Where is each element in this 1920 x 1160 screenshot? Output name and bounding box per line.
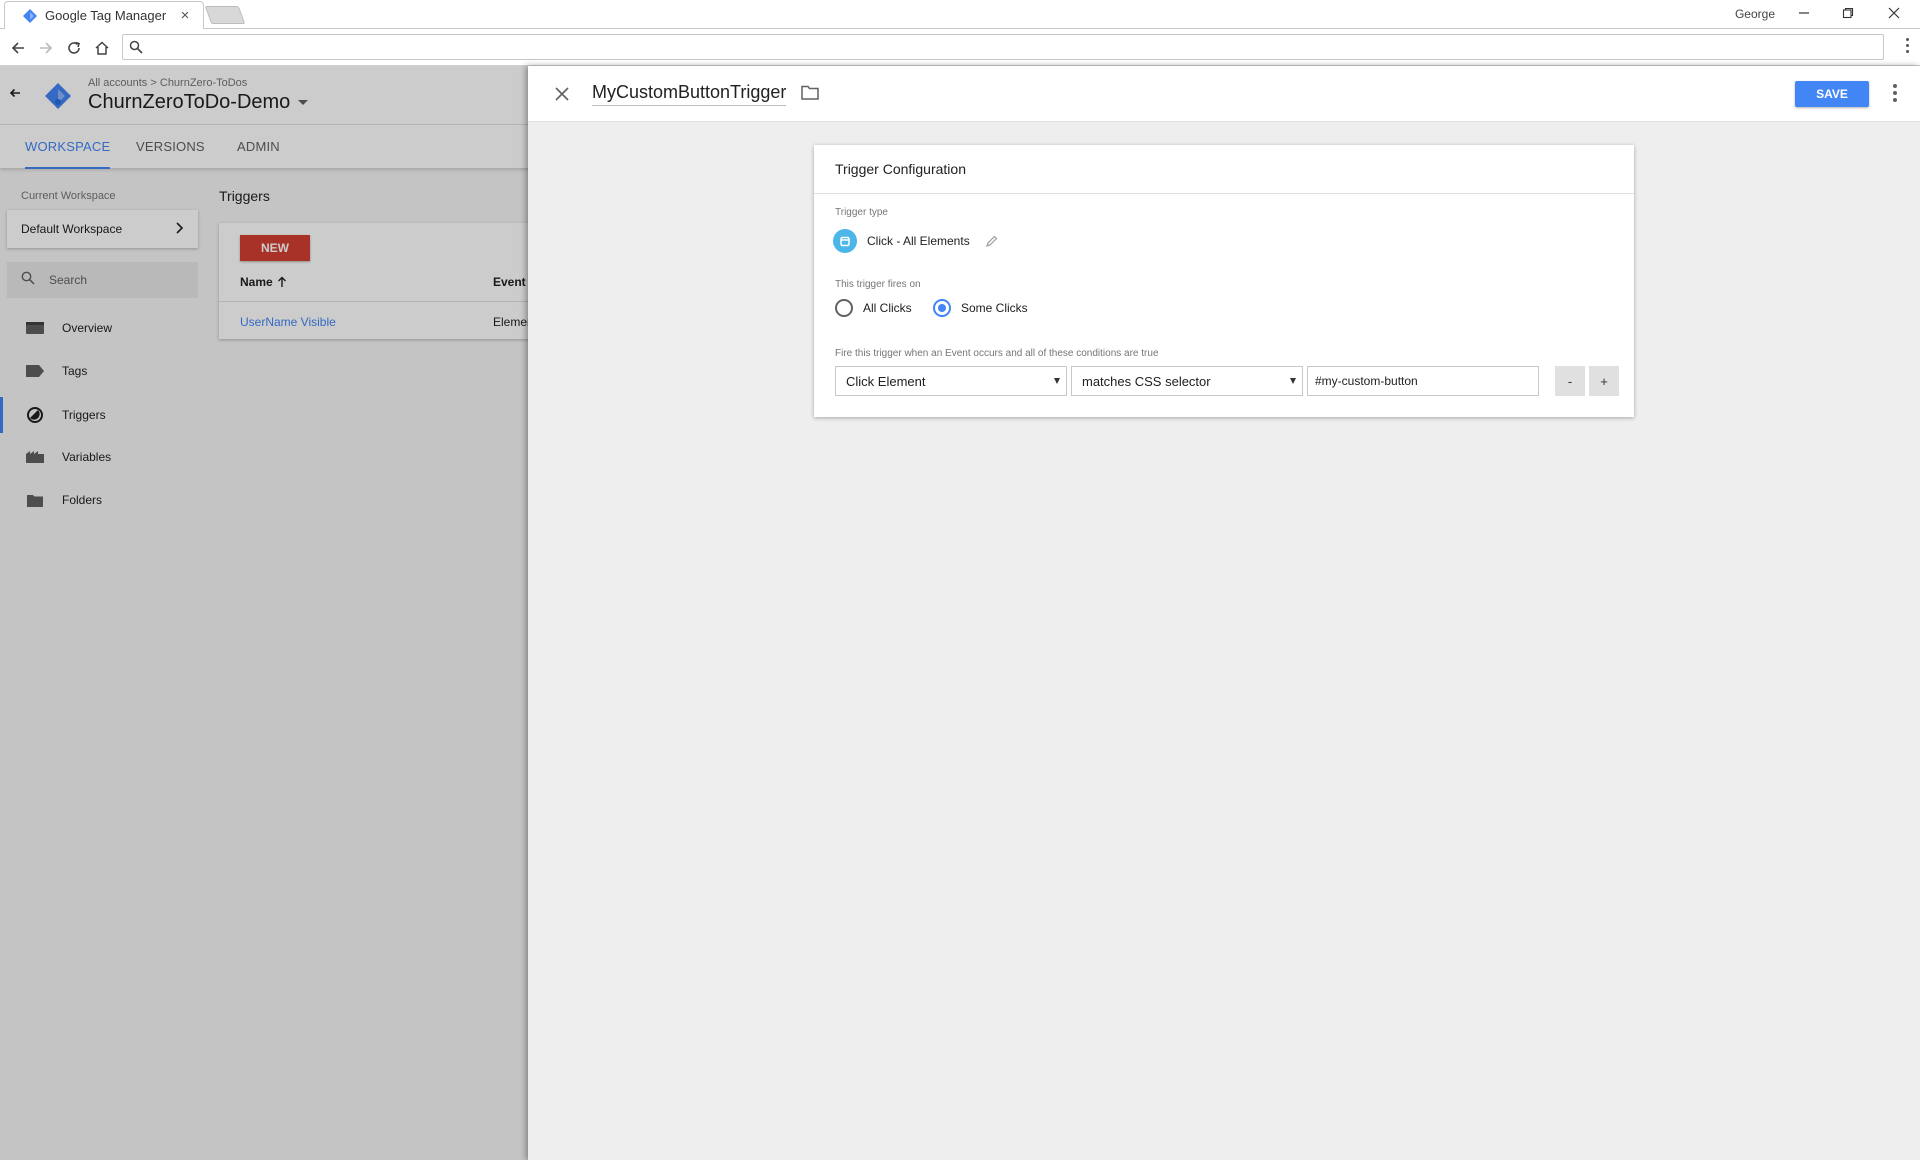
gtm-favicon-icon [23,8,37,23]
browser-tab[interactable]: Google Tag Manager × [4,1,204,29]
condition-variable-select[interactable]: Click Element [835,366,1067,396]
radio-some-clicks[interactable]: Some Clicks [933,299,1028,317]
add-condition-button[interactable]: + [1589,366,1619,396]
edit-pencil-icon[interactable] [985,235,998,247]
address-bar[interactable] [122,34,1884,60]
trigger-type-label: Trigger type [835,207,888,218]
trigger-type-selector[interactable]: Click - All Elements [833,229,998,253]
trigger-edit-panel: MyCustomButtonTrigger SAVE Trigger Confi… [528,66,1920,1160]
trigger-type-name: Click - All Elements [867,234,970,248]
dropdown-arrow-icon [1290,378,1296,384]
select-value: matches CSS selector [1082,373,1211,389]
forward-icon[interactable] [34,36,58,60]
restore-icon[interactable] [1830,3,1866,25]
close-icon[interactable] [552,84,572,104]
condition-value-input[interactable] [1307,366,1539,396]
browser-toolbar [0,30,1920,66]
tab-title: Google Tag Manager [45,8,167,23]
remove-condition-button[interactable]: - [1555,366,1585,396]
fires-on-label: This trigger fires on [835,279,921,290]
trigger-configuration-card: Trigger Configuration Trigger type Click… [814,145,1634,417]
click-trigger-icon [833,229,857,253]
overlay-scrim[interactable] [0,66,528,1160]
browser-menu-icon[interactable] [1904,38,1910,58]
more-vert-icon[interactable] [1892,84,1898,104]
radio-button-selected [933,299,951,317]
radio-label: Some Clicks [961,301,1028,315]
reload-icon[interactable] [62,36,86,60]
window-close-icon[interactable] [1876,3,1912,25]
save-button[interactable]: SAVE [1795,81,1869,107]
tab-close-icon[interactable]: × [177,7,193,24]
condition-label: Fire this trigger when an Event occurs a… [835,348,1159,359]
radio-label: All Clicks [863,301,912,315]
dropdown-arrow-icon [1054,378,1060,384]
search-icon [129,40,143,59]
profile-name[interactable]: George [1735,7,1775,21]
trigger-name-title[interactable]: MyCustomButtonTrigger [592,82,787,106]
card-title: Trigger Configuration [814,145,1634,194]
browser-tab-strip: Google Tag Manager × George [0,0,1920,29]
folder-icon[interactable] [801,85,819,105]
radio-all-clicks[interactable]: All Clicks [835,299,912,317]
select-value: Click Element [846,373,926,389]
minimize-icon[interactable] [1786,3,1822,25]
new-tab-button[interactable] [204,6,246,24]
radio-button [835,299,853,317]
home-icon[interactable] [90,36,114,60]
back-icon[interactable] [6,36,30,60]
address-input[interactable] [149,37,1869,57]
condition-operator-select[interactable]: matches CSS selector [1071,366,1303,396]
panel-header: MyCustomButtonTrigger SAVE [528,66,1920,122]
